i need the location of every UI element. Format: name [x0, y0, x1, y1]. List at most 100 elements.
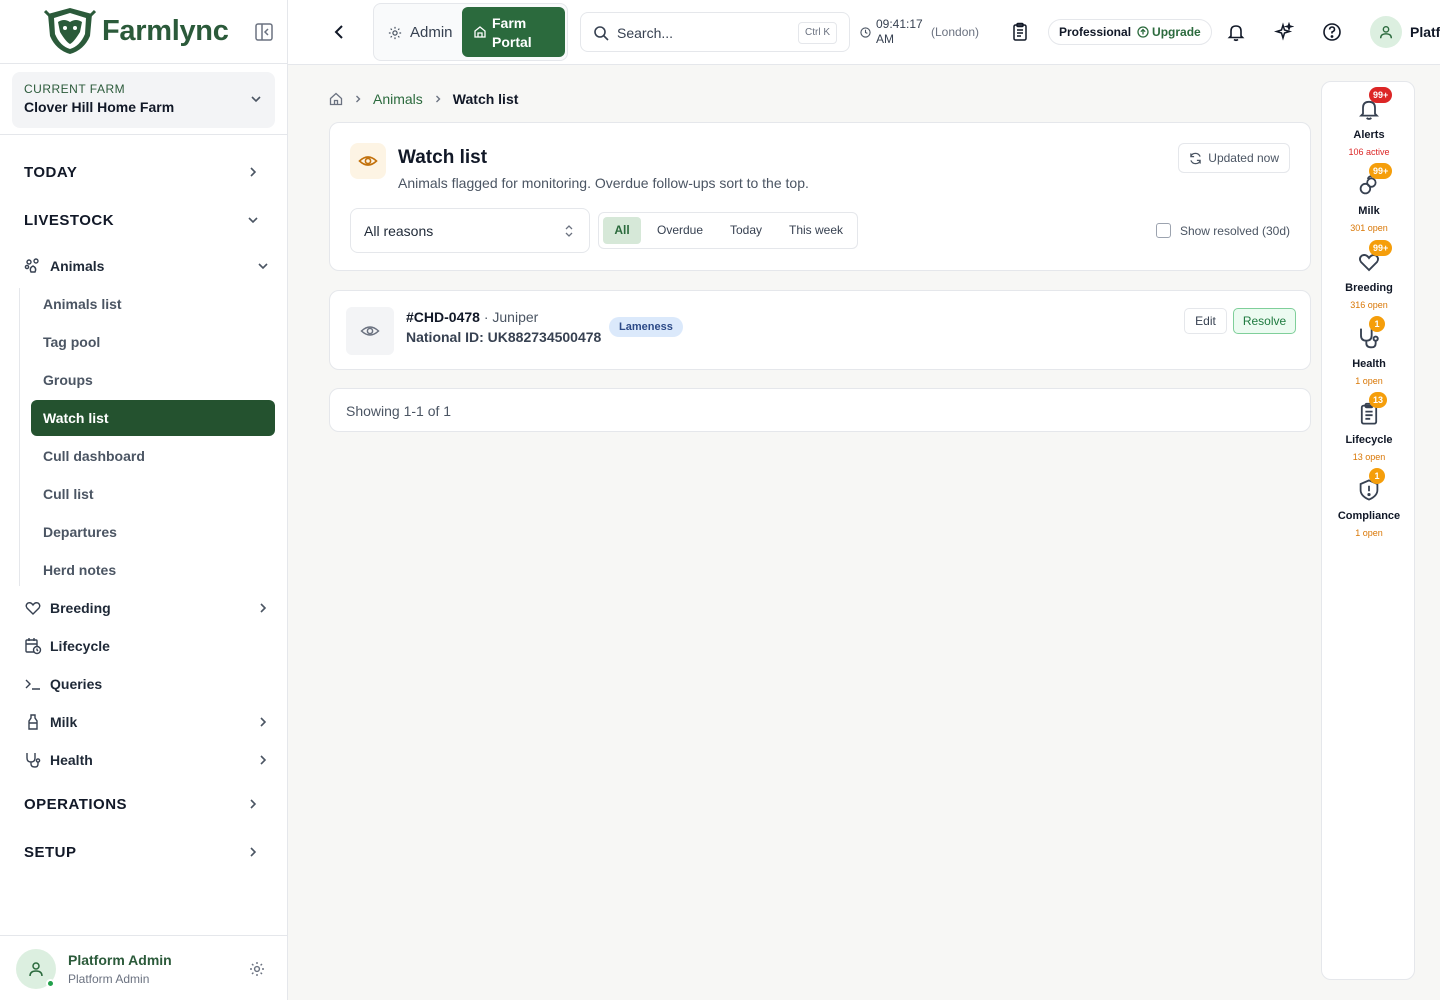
tab-overdue[interactable]: Overdue [649, 217, 711, 244]
eye-icon-box [350, 143, 386, 179]
rail-health[interactable]: 1 Health 1 open [1322, 316, 1416, 386]
chevron-down-icon[interactable] [256, 259, 270, 273]
search-input[interactable]: Search... Ctrl K [580, 12, 850, 52]
clock-time: 09:41:17 AM [876, 17, 923, 46]
sub-tag-pool[interactable]: Tag pool [31, 324, 275, 360]
bell-icon[interactable] [1226, 22, 1246, 42]
chevron-right-icon [435, 95, 441, 103]
rail-badge: 99+ [1369, 240, 1393, 256]
clipboard-list-icon[interactable] [1010, 22, 1030, 42]
plan-badge[interactable]: Professional Upgrade [1048, 19, 1212, 45]
home-icon[interactable] [329, 92, 343, 106]
edit-button[interactable]: Edit [1184, 308, 1227, 334]
sidebar-collapse-icon [255, 23, 273, 41]
sub-groups[interactable]: Groups [31, 362, 275, 398]
animal-tag: #CHD-0478 [406, 309, 480, 325]
breadcrumb-animals[interactable]: Animals [373, 91, 423, 107]
calendar-clock-icon [25, 638, 42, 655]
section-operations[interactable]: OPERATIONS [24, 796, 127, 813]
nav-animals-label: Animals [50, 258, 105, 274]
chevron-right-icon[interactable] [256, 753, 270, 767]
nav-lifecycle[interactable]: Lifecycle [24, 636, 110, 656]
reason-select[interactable]: All reasons [350, 208, 590, 253]
list-item[interactable]: #CHD-0478 · Juniper National ID: UK88273… [329, 290, 1311, 370]
upgrade-label: Upgrade [1152, 25, 1201, 39]
rail-label: Health [1352, 358, 1386, 370]
show-resolved-toggle[interactable]: Show resolved (30d) [1155, 223, 1290, 238]
admin-tab[interactable]: Admin [388, 24, 453, 41]
cow-shield-logo-icon [44, 8, 96, 54]
chevron-right-icon[interactable] [246, 797, 260, 811]
chevron-down-icon[interactable] [246, 213, 260, 227]
help-circle-icon[interactable] [1322, 22, 1342, 42]
rail-compliance[interactable]: 1 Compliance 1 open [1322, 468, 1416, 538]
avatar[interactable] [1370, 16, 1402, 48]
rail-status: 1 open [1355, 528, 1383, 538]
page-subtitle: Animals flagged for monitoring. Overdue … [398, 175, 809, 191]
show-resolved-checkbox[interactable] [1155, 223, 1171, 238]
chevron-right-icon[interactable] [256, 715, 270, 729]
updated-now-button[interactable]: Updated now [1178, 143, 1290, 173]
sub-cull-dashboard[interactable]: Cull dashboard [31, 438, 275, 474]
gear-icon[interactable] [249, 961, 265, 977]
divider [0, 134, 287, 135]
eye-icon [358, 156, 378, 166]
nav-queries-label: Queries [50, 676, 103, 692]
sub-animals-list[interactable]: Animals list [31, 286, 275, 322]
rail-label: Compliance [1337, 510, 1401, 522]
nav-lifecycle-label: Lifecycle [50, 638, 110, 654]
chevron-right-icon[interactable] [246, 165, 260, 179]
sub-herd-notes[interactable]: Herd notes [31, 552, 275, 588]
collapse-sidebar-button[interactable] [254, 22, 274, 42]
nav-milk[interactable]: Milk [24, 712, 77, 732]
avatar [16, 949, 56, 989]
nav-breeding-label: Breeding [50, 600, 111, 616]
sub-watch-list[interactable]: Watch list [31, 400, 275, 436]
nav-breeding[interactable]: Breeding [24, 598, 111, 618]
nav-queries[interactable]: Queries [24, 674, 102, 694]
rail-lifecycle[interactable]: 13 Lifecycle 13 open [1322, 392, 1416, 462]
reason-select-value: All reasons [364, 223, 434, 239]
farm-portal-tab[interactable]: Farm Portal [462, 7, 565, 57]
section-livestock[interactable]: LIVESTOCK [24, 212, 114, 229]
pagination-text: Showing 1-1 of 1 [346, 403, 452, 419]
chevron-right-icon[interactable] [256, 601, 270, 615]
show-resolved-label: Show resolved (30d) [1179, 223, 1290, 238]
tab-this-week[interactable]: This week [781, 217, 851, 244]
user-profile[interactable]: Platform Admin Platform Admin [0, 935, 287, 1000]
farm-portal-label: Farm Portal [492, 15, 532, 50]
tab-all[interactable]: All [603, 217, 641, 244]
current-farm-selector[interactable]: CURRENT FARM Clover Hill Home Farm [12, 72, 275, 128]
chevron-right-icon[interactable] [246, 845, 260, 859]
sub-departures[interactable]: Departures [31, 514, 275, 550]
barn-icon [474, 26, 486, 38]
reason-badge: Lameness [609, 317, 683, 337]
rail-label: Breeding [1345, 282, 1393, 294]
sparkles-icon[interactable] [1274, 22, 1294, 42]
brand-logo[interactable]: Farmlync [44, 6, 229, 56]
rail-alerts[interactable]: 99+ Alerts 106 active [1322, 87, 1416, 157]
plan-name: Professional [1059, 25, 1132, 39]
tab-today[interactable]: Today [721, 217, 771, 244]
brand-name: Farmlync [102, 14, 229, 47]
animal-identity[interactable]: #CHD-0478 · Juniper [406, 309, 538, 325]
upgrade-link[interactable]: Upgrade [1137, 25, 1201, 39]
paw-icon [24, 258, 39, 273]
nav-health[interactable]: Health [24, 750, 93, 770]
back-arrow-icon[interactable] [330, 22, 350, 42]
section-setup[interactable]: SETUP [24, 844, 77, 861]
animal-separator: · [483, 309, 489, 325]
rail-status: 13 open [1352, 452, 1386, 462]
section-today[interactable]: TODAY [24, 164, 77, 181]
topbar-user-name[interactable]: Platf [1410, 24, 1440, 40]
stethoscope-icon [26, 753, 41, 768]
rail-breeding[interactable]: 99+ Breeding 316 open [1322, 240, 1416, 310]
search-shortcut: Ctrl K [798, 22, 837, 44]
nav-animals[interactable]: Animals [24, 256, 104, 276]
sub-cull-list[interactable]: Cull list [31, 476, 275, 512]
search-icon [594, 26, 609, 41]
rail-label: Lifecycle [1345, 434, 1393, 446]
rail-milk[interactable]: 99+ Milk 301 open [1322, 163, 1416, 233]
resolve-button[interactable]: Resolve [1233, 308, 1296, 334]
pagination-card: Showing 1-1 of 1 [329, 388, 1311, 432]
